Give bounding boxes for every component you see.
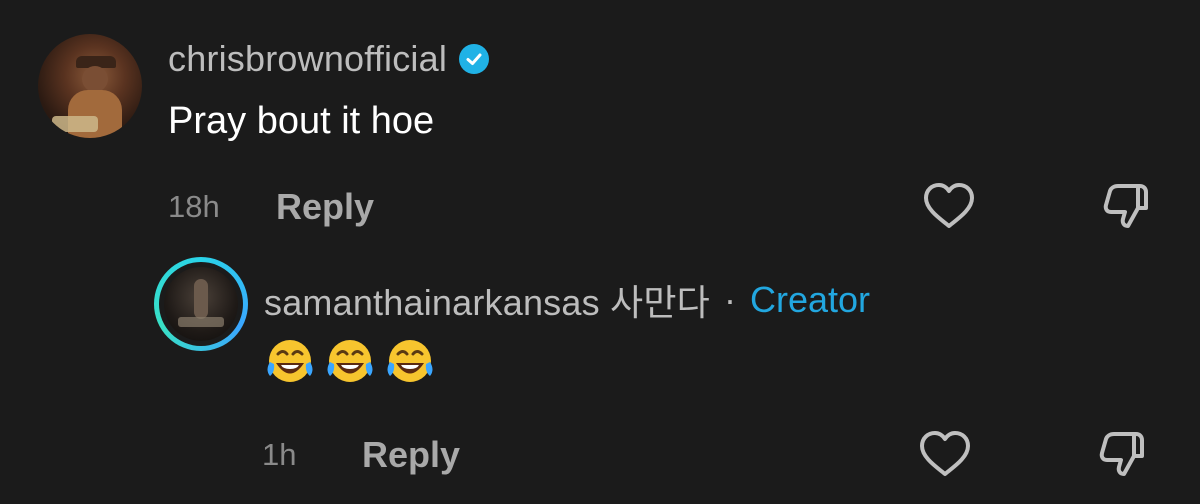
comment-header: chrisbrownofficial (168, 38, 490, 80)
tears-of-joy-emoji (327, 340, 373, 382)
reply-avatar (164, 267, 238, 341)
separator-dot: · (723, 279, 736, 320)
verified-badge-icon (459, 44, 490, 74)
tears-of-joy-emoji (267, 340, 313, 382)
thumbs-down-icon[interactable] (1096, 428, 1150, 482)
heart-icon[interactable] (918, 430, 972, 478)
reply-timestamp: 1h (262, 437, 297, 472)
reply-reply-button[interactable]: Reply (362, 434, 460, 476)
comment-timestamp: 18h (168, 189, 220, 224)
creator-badge: Creator (749, 279, 871, 320)
tears-of-joy-emoji (387, 340, 433, 382)
heart-icon[interactable] (922, 182, 976, 230)
thumbs-down-icon[interactable] (1100, 180, 1154, 234)
reply-username[interactable]: samanthainarkansas 사만다 (264, 274, 710, 326)
reply-button[interactable]: Reply (276, 186, 374, 228)
comment-text: Pray bout it hoe (168, 100, 435, 142)
reply-header: samanthainarkansas 사만다 · Creator (264, 274, 870, 326)
reply-text (264, 336, 436, 388)
commenter-avatar[interactable] (38, 34, 142, 138)
comment-username[interactable]: chrisbrownofficial (168, 38, 447, 80)
reply-avatar-ring[interactable] (154, 257, 248, 351)
